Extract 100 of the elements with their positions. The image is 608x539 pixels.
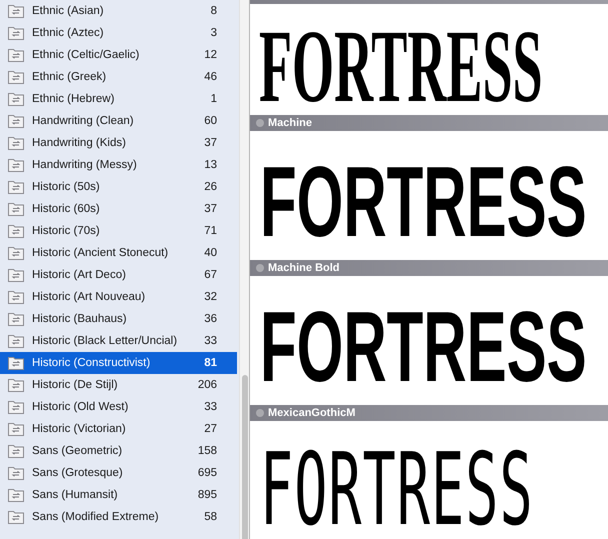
font-count: 46 bbox=[204, 71, 217, 83]
font-count: 13 bbox=[204, 159, 217, 171]
smart-folder-icon bbox=[7, 268, 25, 282]
category-label: Ethnic (Greek) bbox=[32, 71, 108, 83]
font-name: Machine bbox=[268, 117, 312, 129]
smart-folder-icon bbox=[7, 246, 25, 260]
smart-folder-icon bbox=[7, 444, 25, 458]
sidebar-item[interactable]: Ethnic (Hebrew) 1 bbox=[0, 88, 237, 110]
smart-folder-icon bbox=[7, 48, 25, 62]
category-label: Handwriting (Clean) bbox=[32, 115, 135, 127]
smart-folder-icon bbox=[7, 356, 25, 370]
smart-folder-icon bbox=[7, 224, 25, 238]
category-label: Sans (Humansit) bbox=[32, 489, 119, 501]
sidebar-item[interactable]: Ethnic (Celtic/Gaelic) 12 bbox=[0, 44, 237, 66]
status-dot-icon bbox=[256, 119, 264, 127]
font-count: 67 bbox=[204, 269, 217, 281]
smart-folder-icon bbox=[7, 312, 25, 326]
sidebar-item[interactable]: Historic (Constructivist) 81 bbox=[0, 352, 237, 374]
font-count: 206 bbox=[198, 379, 217, 391]
category-label: Historic (Art Nouveau) bbox=[32, 291, 146, 303]
sidebar-item[interactable]: Historic (Victorian) 27 bbox=[0, 418, 237, 440]
font-count: 71 bbox=[204, 225, 217, 237]
category-label: Historic (60s) bbox=[32, 203, 101, 215]
smart-folder-icon bbox=[7, 4, 25, 18]
font-sample: FORTRESS bbox=[260, 431, 534, 539]
category-label: Historic (50s) bbox=[32, 181, 101, 193]
font-count: 895 bbox=[198, 489, 217, 501]
smart-folder-icon bbox=[7, 422, 25, 436]
smart-folder-icon bbox=[7, 114, 25, 128]
smart-folder-icon bbox=[7, 158, 25, 172]
category-label: Handwriting (Messy) bbox=[32, 159, 138, 171]
sidebar-item[interactable]: Sans (Grotesque) 695 bbox=[0, 462, 237, 484]
font-count: 158 bbox=[198, 445, 217, 457]
sidebar-item[interactable]: Ethnic (Aztec) 3 bbox=[0, 22, 237, 44]
font-count: 27 bbox=[204, 423, 217, 435]
sidebar-item[interactable]: Historic (60s) 37 bbox=[0, 198, 237, 220]
category-label: Sans (Modified Extreme) bbox=[32, 511, 160, 523]
sidebar-item[interactable]: Historic (Ancient Stonecut) 40 bbox=[0, 242, 237, 264]
font-name: Machine Bold bbox=[268, 262, 340, 274]
smart-folder-icon bbox=[7, 26, 25, 40]
font-sample: FORTRESS bbox=[260, 145, 587, 260]
font-sample: FORTRESS bbox=[260, 290, 587, 405]
font-count: 32 bbox=[204, 291, 217, 303]
scrollbar-thumb[interactable] bbox=[242, 375, 248, 539]
category-label: Ethnic (Celtic/Gaelic) bbox=[32, 49, 140, 61]
smart-folder-icon bbox=[7, 378, 25, 392]
category-label: Sans (Grotesque) bbox=[32, 467, 124, 479]
sidebar-item[interactable]: Handwriting (Kids) 37 bbox=[0, 132, 237, 154]
font-count: 33 bbox=[204, 401, 217, 413]
sidebar-item[interactable]: Historic (Art Deco) 67 bbox=[0, 264, 237, 286]
category-label: Historic (70s) bbox=[32, 225, 101, 237]
category-label: Historic (De Stijl) bbox=[32, 379, 119, 391]
category-label: Handwriting (Kids) bbox=[32, 137, 127, 149]
category-label: Ethnic (Hebrew) bbox=[32, 93, 116, 105]
smart-folder-icon bbox=[7, 290, 25, 304]
category-label: Historic (Constructivist) bbox=[32, 357, 152, 369]
smart-folder-icon bbox=[7, 136, 25, 150]
font-count: 58 bbox=[204, 511, 217, 523]
font-count: 81 bbox=[204, 357, 217, 369]
category-label: Historic (Art Deco) bbox=[32, 269, 127, 281]
font-count: 8 bbox=[210, 5, 217, 17]
category-label: Ethnic (Asian) bbox=[32, 5, 105, 17]
sidebar-item[interactable]: Handwriting (Messy) 13 bbox=[0, 154, 237, 176]
sidebar-item[interactable]: Sans (Humansit) 895 bbox=[0, 484, 237, 506]
category-label: Sans (Geometric) bbox=[32, 445, 124, 457]
sidebar-item[interactable]: Historic (Art Nouveau) 32 bbox=[0, 286, 237, 308]
sidebar-item[interactable]: Historic (Black Letter/Uncial) 33 bbox=[0, 330, 237, 352]
font-count: 26 bbox=[204, 181, 217, 193]
sidebar-item[interactable]: Handwriting (Clean) 60 bbox=[0, 110, 237, 132]
status-dot-icon bbox=[256, 409, 264, 417]
status-dot-icon bbox=[256, 264, 264, 272]
category-label: Historic (Ancient Stonecut) bbox=[32, 247, 170, 259]
smart-folder-icon bbox=[7, 400, 25, 414]
sidebar-item[interactable]: Historic (De Stijl) 206 bbox=[0, 374, 237, 396]
smart-folder-icon bbox=[7, 488, 25, 502]
sidebar-item[interactable]: Historic (70s) 71 bbox=[0, 220, 237, 242]
font-count: 3 bbox=[210, 27, 217, 39]
font-sample: FORTRESS bbox=[259, 8, 543, 115]
category-label: Historic (Black Letter/Uncial) bbox=[32, 335, 178, 347]
smart-folder-icon bbox=[7, 180, 25, 194]
font-count: 60 bbox=[204, 115, 217, 127]
sidebar-item[interactable]: Sans (Geometric) 158 bbox=[0, 440, 237, 462]
font-count: 37 bbox=[204, 137, 217, 149]
smart-folder-icon bbox=[7, 70, 25, 84]
sidebar-item[interactable]: Historic (Bauhaus) 36 bbox=[0, 308, 237, 330]
sidebar-item[interactable]: Historic (Old West) 33 bbox=[0, 396, 237, 418]
category-label: Historic (Bauhaus) bbox=[32, 313, 128, 325]
smart-folder-icon bbox=[7, 92, 25, 106]
smart-folder-icon bbox=[7, 510, 25, 524]
sidebar-item[interactable]: Ethnic (Greek) 46 bbox=[0, 66, 237, 88]
font-count: 695 bbox=[198, 467, 217, 479]
sidebar-item[interactable]: Ethnic (Asian) 8 bbox=[0, 0, 237, 22]
font-count: 36 bbox=[204, 313, 217, 325]
font-count: 37 bbox=[204, 203, 217, 215]
font-count: 12 bbox=[204, 49, 217, 61]
sidebar-item[interactable]: Sans (Modified Extreme) 58 bbox=[0, 506, 237, 528]
smart-folder-icon bbox=[7, 202, 25, 216]
sidebar-item[interactable]: Historic (50s) 26 bbox=[0, 176, 237, 198]
category-label: Ethnic (Aztec) bbox=[32, 27, 105, 39]
font-name: MexicanGothicM bbox=[268, 407, 356, 419]
